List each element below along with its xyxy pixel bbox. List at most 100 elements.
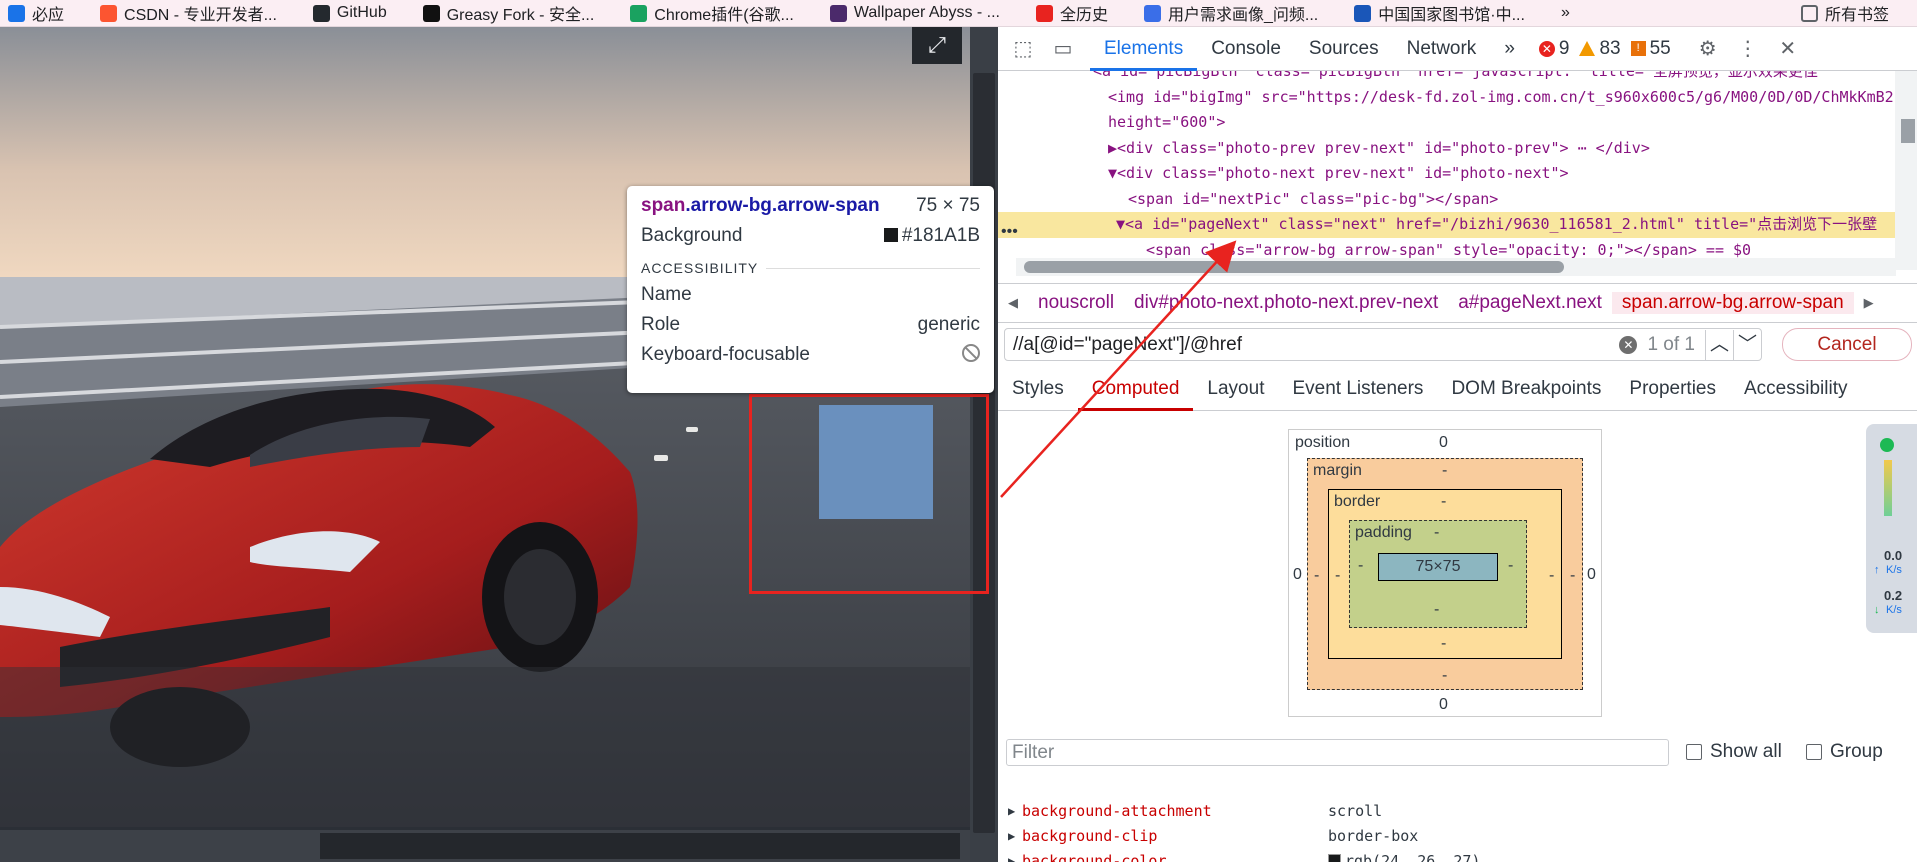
computed-property-row[interactable]: ▶ background-color rgb(24, 26, 27) — [1008, 849, 1888, 862]
close-icon[interactable]: ✕ — [1773, 34, 1803, 64]
bookmark-label: Greasy Fork - 安全... — [446, 7, 595, 24]
breadcrumb-item[interactable]: div#photo-next.photo-next.prev-next — [1124, 292, 1448, 314]
dom-node-line[interactable]: ▶<div class="photo-prev prev-next" id="p… — [998, 136, 1917, 162]
search-previous-icon[interactable]: ︿ — [1705, 329, 1733, 360]
computed-property-row[interactable]: ▶ background-attachment scroll — [1008, 799, 1888, 824]
bookmark-item[interactable]: 全历史 — [1036, 1, 1108, 25]
expand-icon[interactable]: ⤢ — [912, 27, 962, 64]
tab-properties[interactable]: Properties — [1615, 367, 1730, 411]
color-swatch — [883, 228, 898, 242]
dom-node-line[interactable]: ▼<div class="photo-next prev-next" id="p… — [998, 161, 1917, 187]
tab-styles[interactable]: Styles — [998, 367, 1078, 411]
viewer-horizontal-scrollbar[interactable] — [0, 830, 970, 862]
tab-elements[interactable]: Elements — [1090, 27, 1198, 71]
group-checkbox[interactable]: Group — [1806, 741, 1883, 763]
tooltip-selector: span.arrow-bg.arrow-span — [641, 195, 880, 217]
tooltip-tag: span — [641, 195, 686, 216]
expand-arrow-icon[interactable]: ▶ — [1008, 799, 1015, 824]
settings-gear-icon[interactable]: ⚙ — [1693, 34, 1723, 64]
breadcrumb-item[interactable]: a#pageNext.next — [1448, 292, 1612, 314]
expand-arrow-icon[interactable]: ▶ — [1008, 849, 1015, 862]
search-input[interactable]: //a[@id="pageNext"]/@href — [1013, 334, 1619, 356]
dom-vertical-scrollbar[interactable] — [1895, 71, 1917, 270]
bookmark-item[interactable]: CSDN - 专业开发者... — [100, 1, 277, 25]
breadcrumb-item[interactable]: nouscroll — [1028, 292, 1124, 314]
bookmark-item[interactable]: Chrome插件(谷歌... — [630, 1, 794, 25]
tab-dom-breakpoints[interactable]: DOM Breakpoints — [1437, 367, 1615, 411]
dom-node-line[interactable]: <a id="picBigBtn" class="picBigBtn" href… — [998, 71, 1917, 85]
tooltip-role-label: Role — [641, 314, 681, 335]
errors-counter[interactable]: ✕ 9 — [1538, 38, 1569, 60]
bookmark-label: 全历史 — [1060, 7, 1109, 24]
tab-computed[interactable]: Computed — [1077, 367, 1194, 411]
tab-console[interactable]: Console — [1197, 27, 1295, 71]
tab-accessibility[interactable]: Accessibility — [1730, 367, 1861, 411]
content-box: 75×75 — [1378, 553, 1498, 581]
bookmark-favicon-icon — [1144, 4, 1162, 22]
all-bookmarks-button[interactable]: 所有书签 — [1800, 1, 1889, 25]
position-top-value: 0 — [1439, 434, 1448, 451]
download-speed: 0.2 — [1884, 588, 1903, 603]
tooltip-keyboard-label: Keyboard-focusable — [641, 344, 810, 365]
browser-window: 必应 CSDN - 专业开发者... GitHub Greasy Fork - 安全.… — [0, 0, 1917, 862]
warnings-counter[interactable]: 83 — [1579, 38, 1621, 60]
bookmark-item[interactable]: 必应 — [8, 1, 64, 25]
bookmarks-more-button[interactable]: » — [1561, 4, 1570, 22]
expand-arrow-icon[interactable]: ▶ — [1008, 824, 1015, 849]
breadcrumb-item[interactable]: span.arrow-bg.arrow-span — [1611, 292, 1854, 314]
kebab-menu-icon[interactable]: ⋮ — [1733, 34, 1763, 64]
cancel-search-button[interactable]: Cancel — [1782, 328, 1912, 361]
tooltip-name-label: Name — [641, 284, 692, 305]
property-name: background-color — [1022, 852, 1167, 862]
tab-sources[interactable]: Sources — [1295, 27, 1393, 71]
clear-search-icon[interactable]: ✕ — [1619, 335, 1638, 354]
download-unit: K/s — [1886, 604, 1902, 616]
property-name: background-clip — [1022, 827, 1158, 845]
tab-event-listeners[interactable]: Event Listeners — [1278, 367, 1437, 411]
error-icon: ✕ — [1538, 40, 1555, 57]
bookmark-favicon-icon — [1036, 4, 1053, 22]
dom-search-bar[interactable]: //a[@id="pageNext"]/@href ✕ 1 of 1 ︿ ﹀ — [1004, 328, 1762, 361]
tooltip-bg-label: Background — [641, 225, 743, 246]
dom-node-line[interactable]: <img id="bigImg" src="https://desk-fd.zo… — [998, 85, 1917, 111]
tab-network[interactable]: Network — [1393, 27, 1491, 71]
dom-ellipsis-icon[interactable]: ••• — [1001, 223, 1018, 241]
filter-input[interactable]: Filter — [1006, 739, 1669, 766]
sidebar-tabs: Styles Computed Layout Event Listeners DOM B… — [998, 367, 1917, 411]
border-label: border — [1334, 493, 1381, 510]
status-dot — [1880, 438, 1894, 452]
bookmark-favicon-icon — [1354, 4, 1372, 22]
computed-property-row[interactable]: ▶ background-clip border-box — [1008, 824, 1888, 849]
issues-counter[interactable]: ! 55 — [1630, 38, 1671, 60]
dom-tree[interactable]: <a id="picBigBtn" class="picBigBtn" href… — [998, 71, 1917, 270]
search-match-count: 1 of 1 — [1647, 333, 1695, 355]
search-next-icon[interactable]: ﹀ — [1733, 329, 1761, 360]
upload-unit: K/s — [1886, 564, 1902, 576]
color-swatch — [1328, 854, 1341, 862]
breadcrumb-right-arrow-icon[interactable]: ▶ — [1854, 295, 1884, 311]
device-toolbar-icon[interactable]: ▭ — [1048, 34, 1078, 64]
property-value: scroll — [1328, 802, 1383, 820]
bookmark-item[interactable]: 中国国家图书馆·中... — [1354, 1, 1525, 25]
bookmark-item[interactable]: Wallpaper Abyss - ... — [829, 4, 1000, 22]
tooltip-bg-value: #181A1B — [901, 225, 980, 246]
more-tabs-button[interactable]: » — [1490, 27, 1529, 71]
dom-node-line[interactable]: <span id="nextPic" class="pic-bg"></span… — [998, 187, 1917, 213]
inspect-tooltip: span.arrow-bg.arrow-span 75 × 75 Backgro… — [627, 186, 994, 393]
position-label: position — [1295, 434, 1351, 451]
bookmark-item[interactable]: 用户需求画像_问频... — [1144, 1, 1318, 25]
bookmark-item[interactable]: Greasy Fork - 安全... — [422, 1, 595, 25]
inspect-element-icon[interactable]: ⬚ — [1008, 34, 1038, 64]
tab-layout[interactable]: Layout — [1193, 367, 1278, 411]
dom-horizontal-scrollbar[interactable] — [1016, 258, 1896, 276]
bookmark-favicon-icon — [312, 4, 330, 22]
bookmark-label: CSDN - 专业开发者... — [124, 7, 277, 24]
dom-node-line[interactable]: ▼<a id="pageNext" class="next" href="/bi… — [998, 212, 1917, 238]
bookmark-favicon-icon — [8, 4, 25, 22]
bookmark-item[interactable]: GitHub — [312, 4, 387, 22]
show-all-checkbox[interactable]: Show all — [1686, 741, 1782, 763]
dom-node-line[interactable]: height="600"> — [998, 110, 1917, 136]
breadcrumb-left-arrow-icon[interactable]: ◀ — [998, 295, 1028, 311]
bookmark-label: Wallpaper Abyss - ... — [853, 4, 1000, 21]
devtools-tab-bar: ⬚ ▭ Elements Console Sources Network » ✕ 9 8… — [998, 27, 1917, 71]
